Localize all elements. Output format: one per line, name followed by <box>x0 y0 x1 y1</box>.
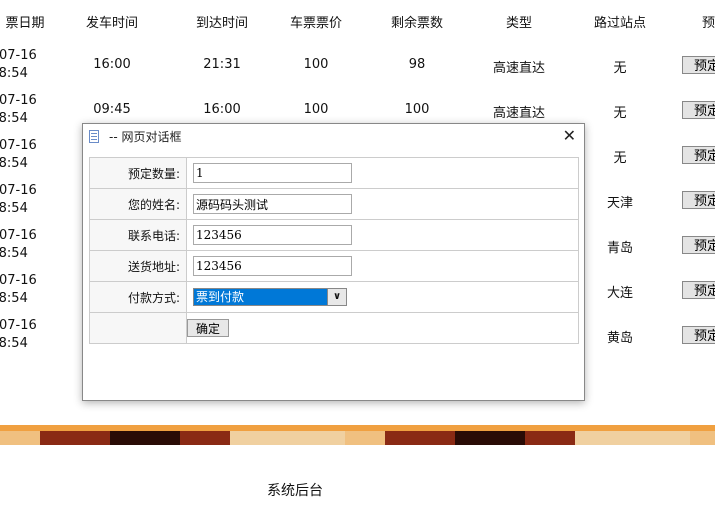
cell-stops: 黄岛 <box>606 331 633 346</box>
decorative-banner <box>0 425 715 445</box>
date-text: 9-07-16 <box>0 183 37 198</box>
departure-date: 9-07-16 :38:54 <box>0 92 56 128</box>
column-header: 预定 <box>701 16 715 31</box>
cell-remain: 100 <box>404 102 430 117</box>
column-header: 路过站点 <box>593 16 646 31</box>
cell-depart: 16:00 <box>93 57 131 72</box>
book-button[interactable]: 预定 <box>682 236 715 254</box>
departure-date: 9-07-16 :38:54 <box>0 272 56 308</box>
time-text: :38:54 <box>0 111 28 126</box>
close-icon[interactable]: ✕ <box>563 126 576 145</box>
departure-date: 9-07-16 :38:54 <box>0 137 56 173</box>
cell-arrive: 21:31 <box>203 57 241 72</box>
column-header: 类型 <box>505 16 532 31</box>
cell-type: 高速直达 <box>492 61 545 76</box>
cell-stops: 无 <box>613 106 627 121</box>
column-header: 发车时间 <box>85 16 138 31</box>
departure-date: 9-07-16 :38:54 <box>0 317 56 353</box>
address-input[interactable] <box>193 256 352 276</box>
cell-price: 100 <box>303 102 329 117</box>
time-text: :38:54 <box>0 291 28 306</box>
departure-date: 9-07-16 :38:54 <box>0 227 56 263</box>
order-form: 预定数量: 您的姓名: 联系电话: 送货地址: 付款方式: 票到付款∨ 确定 <box>89 157 579 344</box>
book-button[interactable]: 预定 <box>682 56 715 74</box>
cell-stops: 天津 <box>606 196 633 211</box>
cell-price: 100 <box>303 57 329 72</box>
time-text: :38:54 <box>0 246 28 261</box>
date-text: 9-07-16 <box>0 273 37 288</box>
cell-arrive: 16:00 <box>203 102 241 117</box>
departure-date: 9-07-16 :38:54 <box>0 47 56 83</box>
dialog-titlebar: -- 网页对话框 ✕ <box>83 124 584 148</box>
payment-select[interactable]: 票到付款 ∨ <box>193 288 347 306</box>
cell-stops: 大连 <box>606 286 633 301</box>
chevron-down-icon[interactable]: ∨ <box>327 289 346 305</box>
cell-depart: 09:45 <box>93 102 131 117</box>
date-text: 9-07-16 <box>0 318 37 333</box>
cell-stops: 无 <box>613 151 627 166</box>
time-text: :38:54 <box>0 201 28 216</box>
cell-stops: 青岛 <box>606 241 633 256</box>
cell-stops: 无 <box>613 61 627 76</box>
web-dialog: -- 网页对话框 ✕ 预定数量: 您的姓名: 联系电话: 送货地址: 付款方式:… <box>82 123 585 401</box>
time-text: :38:54 <box>0 156 28 171</box>
column-header: 剩余票数 <box>390 16 443 31</box>
book-button[interactable]: 预定 <box>682 326 715 344</box>
footer-admin-link[interactable]: 系统后台 <box>0 480 590 500</box>
name-label: 您的姓名: <box>89 188 187 220</box>
phone-input[interactable] <box>193 225 352 245</box>
quantity-label: 预定数量: <box>89 157 187 189</box>
time-text: :38:54 <box>0 66 28 81</box>
book-button[interactable]: 预定 <box>682 191 715 209</box>
date-text: 9-07-16 <box>0 48 37 63</box>
column-header: 车票票价 <box>289 16 342 31</box>
date-text: 9-07-16 <box>0 93 37 108</box>
time-text: :38:54 <box>0 336 28 351</box>
confirm-button[interactable]: 确定 <box>187 319 230 337</box>
cell-remain: 98 <box>408 57 426 72</box>
document-icon <box>89 129 99 143</box>
name-input[interactable] <box>193 194 352 214</box>
departure-date: 9-07-16 :38:54 <box>0 182 56 218</box>
book-button[interactable]: 预定 <box>682 101 715 119</box>
payment-label: 付款方式: <box>89 281 187 313</box>
address-label: 送货地址: <box>89 250 187 282</box>
dialog-title: -- 网页对话框 <box>109 129 182 144</box>
date-text: 9-07-16 <box>0 228 37 243</box>
payment-selected: 票到付款 <box>194 289 327 305</box>
date-text: 9-07-16 <box>0 138 37 153</box>
cell-type: 高速直达 <box>492 106 545 121</box>
quantity-input[interactable] <box>193 163 352 183</box>
book-button[interactable]: 预定 <box>682 281 715 299</box>
column-header: 到达时间 <box>195 16 248 31</box>
phone-label: 联系电话: <box>89 219 187 251</box>
book-button[interactable]: 预定 <box>682 146 715 164</box>
